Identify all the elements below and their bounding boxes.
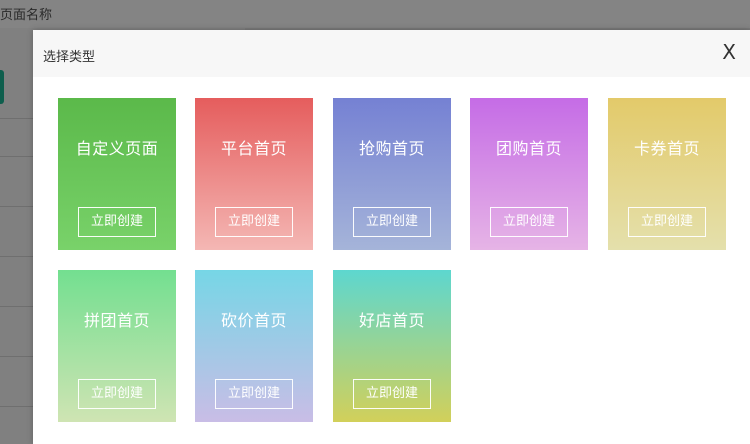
card-label: 自定义页面	[75, 139, 159, 158]
dialog-title: 选择类型	[43, 50, 96, 65]
background-divider	[0, 356, 33, 357]
card-label: 卡券首页	[633, 139, 700, 158]
create-now-button[interactable]: 立即创建	[215, 379, 293, 409]
select-type-dialog: 选择类型 X 自定义页面 立即创建 平台首页 立即创建 抢购首页 立即创建 团购…	[33, 30, 750, 444]
background-divider	[0, 156, 33, 157]
close-icon[interactable]: X	[722, 41, 736, 63]
card-label: 平台首页	[220, 139, 287, 158]
card-custom-page[interactable]: 自定义页面 立即创建	[58, 98, 176, 250]
card-label: 抢购首页	[358, 139, 425, 158]
card-platform-home[interactable]: 平台首页 立即创建	[195, 98, 313, 250]
create-now-button[interactable]: 立即创建	[490, 207, 568, 237]
background-button	[0, 70, 4, 104]
background-divider	[0, 118, 33, 119]
card-label: 团购首页	[495, 139, 562, 158]
card-good-shop-home[interactable]: 好店首页 立即创建	[333, 270, 451, 422]
card-group-buy-home[interactable]: 团购首页 立即创建	[470, 98, 588, 250]
card-pin-group-home[interactable]: 拼团首页 立即创建	[58, 270, 176, 422]
background-divider	[0, 206, 33, 207]
card-coupon-home[interactable]: 卡券首页 立即创建	[608, 98, 726, 250]
create-now-button[interactable]: 立即创建	[78, 207, 156, 237]
create-now-button[interactable]: 立即创建	[628, 207, 706, 237]
card-bargain-home[interactable]: 砍价首页 立即创建	[195, 270, 313, 422]
create-now-button[interactable]: 立即创建	[353, 207, 431, 237]
background-divider	[0, 406, 33, 407]
dialog-header: 选择类型 X	[33, 30, 750, 77]
card-label: 砍价首页	[220, 311, 287, 330]
card-label: 好店首页	[358, 311, 425, 330]
card-flash-sale-home[interactable]: 抢购首页 立即创建	[333, 98, 451, 250]
background-divider	[0, 306, 33, 307]
background-header: 页面名称	[0, 0, 750, 28]
card-label: 拼团首页	[83, 311, 150, 330]
create-now-button[interactable]: 立即创建	[215, 207, 293, 237]
create-now-button[interactable]: 立即创建	[78, 379, 156, 409]
background-page-title: 页面名称	[0, 8, 53, 23]
background-divider	[0, 256, 33, 257]
create-now-button[interactable]: 立即创建	[353, 379, 431, 409]
